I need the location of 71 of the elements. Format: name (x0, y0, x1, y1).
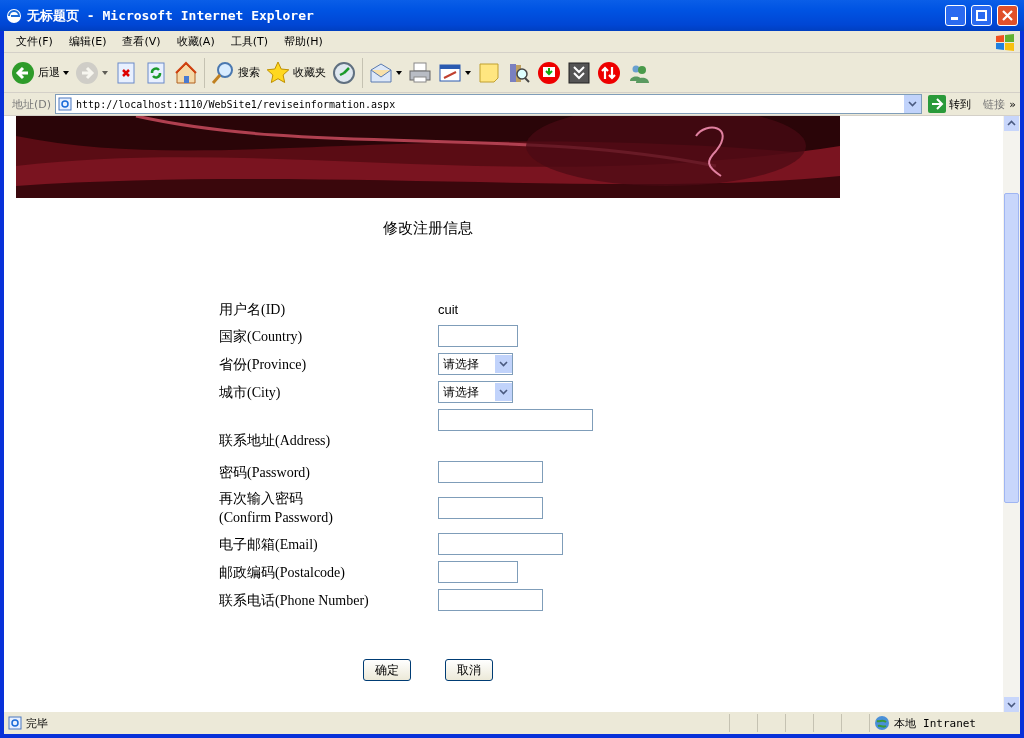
go-arrow-icon (928, 95, 947, 113)
back-button[interactable]: 后退 (8, 58, 72, 87)
select-field[interactable]: 请选择 (438, 381, 513, 403)
printer-icon (408, 60, 432, 85)
download-icon (537, 60, 561, 85)
double-chevron-icon (567, 60, 591, 85)
links-label[interactable]: 链接 (979, 96, 1010, 112)
field-label: 再次输入密码 (Confirm Password) (219, 490, 334, 527)
menu-item[interactable]: 文件(F) (8, 34, 61, 49)
field-label: 电子邮箱(Email) (219, 535, 319, 554)
field-label: 用户名(ID) (219, 301, 287, 319)
favorites-button[interactable]: 收藏夹 (263, 58, 329, 87)
zone-text: 本地 Intranet (894, 715, 976, 731)
input-field[interactable] (438, 461, 543, 483)
dropdown-icon[interactable] (904, 95, 922, 113)
stop-icon (114, 60, 138, 85)
home-icon (174, 60, 198, 85)
input-field[interactable] (438, 325, 518, 347)
field-label: 邮政编码(Postalcode) (219, 563, 346, 582)
input-field[interactable] (438, 533, 563, 555)
select-field[interactable]: 请选择 (438, 353, 513, 375)
field-label: 密码(Password) (219, 463, 311, 482)
search-button[interactable]: 搜索 (208, 58, 263, 87)
field-label: 联系电话(Phone Number) (219, 591, 370, 610)
cancel-button[interactable]: 取消 (445, 659, 493, 681)
dropdown-icon[interactable] (495, 383, 512, 401)
note-icon (477, 60, 501, 85)
minimize-button[interactable] (945, 5, 966, 26)
address-field[interactable]: http://localhost:1110/WebSite1/reviseinformation.aspx (55, 94, 923, 114)
close-icon (1002, 10, 1013, 21)
page-icon (58, 97, 73, 111)
menu-item[interactable]: 工具(T) (222, 34, 276, 49)
menu-item[interactable]: 帮助(H) (276, 34, 331, 49)
menu-item[interactable]: 收藏(A) (168, 34, 223, 49)
caret-icon[interactable] (396, 70, 402, 75)
caret-icon[interactable] (465, 70, 471, 75)
close-button[interactable] (997, 5, 1018, 26)
windows-logo-icon (994, 32, 1016, 51)
scroll-down-icon[interactable] (1004, 697, 1019, 712)
confirm-button[interactable]: 确定 (363, 659, 411, 681)
page-heading: 修改注册信息 (382, 219, 474, 238)
refresh-icon (144, 60, 168, 85)
globe-icon (874, 715, 891, 731)
dropdown-icon[interactable] (495, 355, 512, 373)
caret-icon[interactable] (63, 70, 69, 75)
input-field[interactable] (438, 409, 593, 431)
input-field[interactable] (438, 561, 518, 583)
field-label: 省份(Province) (219, 355, 308, 374)
scrollbar-thumb[interactable] (1004, 193, 1019, 503)
more-chevron[interactable]: » (1009, 97, 1016, 111)
window-title: 无标题页 - Microsoft Internet Explorer (27, 6, 315, 25)
menu-item[interactable]: 编辑(E) (60, 34, 115, 49)
field-label: 联系地址(Address) (219, 431, 332, 450)
maximize-button[interactable] (971, 5, 992, 26)
field-label: 城市(City) (219, 383, 282, 402)
scroll-up-icon[interactable] (1004, 116, 1019, 131)
address-label: 地址(D) (11, 96, 53, 112)
go-button[interactable]: 转到 (922, 95, 980, 113)
maximize-icon (976, 10, 987, 21)
username-value: cuit (438, 302, 460, 317)
field-label: 国家(Country) (219, 327, 304, 346)
search-icon (211, 60, 235, 85)
browser-logo-icon (6, 7, 22, 24)
up-down-arrows-icon (597, 60, 621, 85)
star-icon (266, 60, 290, 85)
status-text: 完毕 (26, 715, 49, 731)
menu-item[interactable]: 查看(V) (114, 34, 169, 49)
input-field[interactable] (438, 589, 543, 611)
page-icon (8, 716, 22, 730)
history-icon (332, 60, 356, 85)
input-field[interactable] (438, 497, 543, 519)
